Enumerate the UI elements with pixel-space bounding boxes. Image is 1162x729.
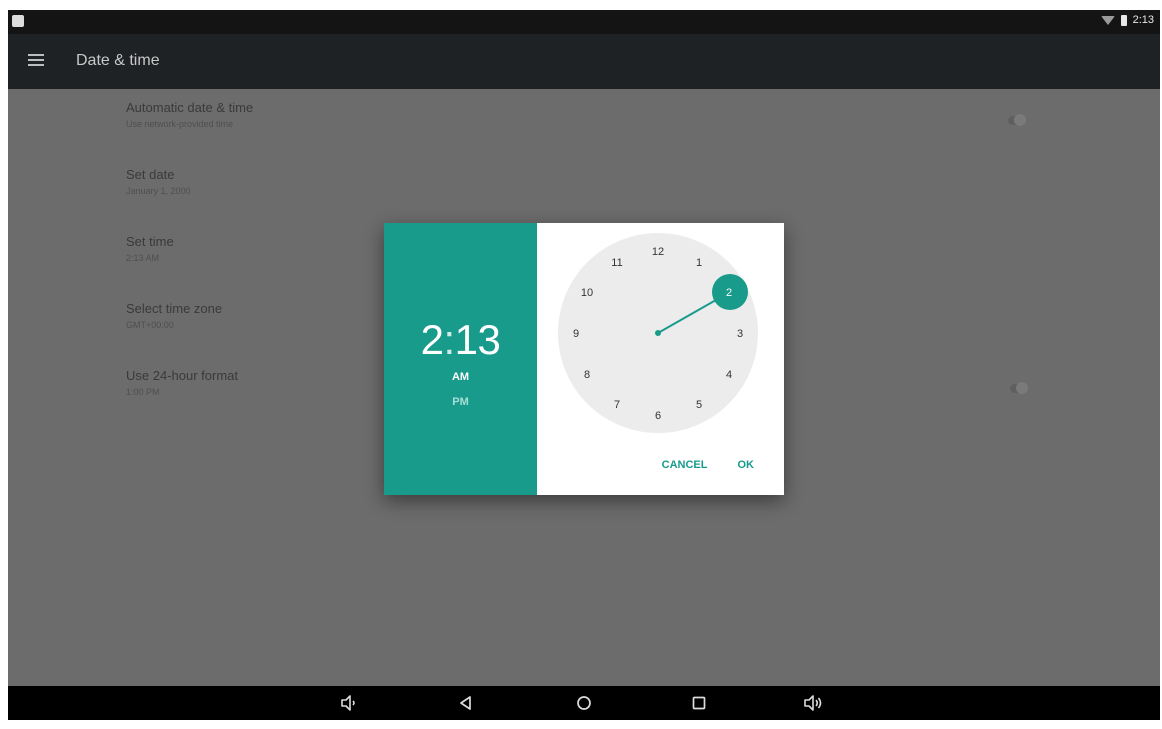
app-bar: Date & time [8,34,1160,89]
clock-number-4[interactable]: 4 [726,369,732,381]
wifi-icon [1100,15,1115,25]
notification-icon [12,15,24,27]
volume-up-icon[interactable] [802,692,824,714]
setting-summary: GMT+00:00 [126,320,174,330]
setting-title: Set time [126,234,174,249]
setting-title: Set date [126,167,175,182]
pm-button[interactable]: PM [384,396,537,408]
home-icon[interactable] [573,692,595,714]
setting-summary: Use network-provided time [126,119,234,129]
recents-icon[interactable] [688,692,710,714]
dialog-actions: CANCEL OK [662,459,754,471]
clock-number-3[interactable]: 3 [737,328,743,340]
setting-summary: 2:13 AM [126,253,160,263]
clock-number-11[interactable]: 11 [611,257,622,269]
24-hour-toggle[interactable] [1010,382,1028,394]
setting-title: Use 24-hour format [126,368,238,383]
setting-select-time-zone[interactable]: Select time zone GMT+00:00 [126,301,253,368]
cancel-button[interactable]: CANCEL [662,459,708,471]
setting-title: Automatic date & time [126,100,254,115]
clock-number-5[interactable]: 5 [696,399,702,411]
setting-title: Select time zone [126,301,223,316]
setting-summary: January 1, 2000 [126,186,191,196]
page-title: Date & time [76,52,160,69]
navigation-bar [8,686,1160,720]
clock-number-12[interactable]: 12 [652,246,664,258]
clock-number-8[interactable]: 8 [584,369,590,381]
time-picker-dialog: 2:13 AM PM 12 1 2 3 4 5 6 7 8 9 10 11 CANCEL OK [384,223,784,495]
time-separator: : [443,316,455,363]
clock-number-9[interactable]: 9 [573,328,579,340]
clock-number-10[interactable]: 10 [581,287,593,299]
clock-number-2[interactable]: 2 [726,287,732,299]
am-button[interactable]: AM [384,371,537,383]
status-time: 2:13 [1132,14,1154,26]
clock-number-6[interactable]: 6 [655,410,661,422]
setting-set-time[interactable]: Set time 2:13 AM [126,234,253,301]
setting-automatic-date-time[interactable]: Automatic date & time Use network-provid… [126,100,253,167]
battery-icon [1120,14,1127,26]
clock-face[interactable]: 121234567891011 [558,233,758,433]
ok-button[interactable]: OK [738,459,755,471]
hour-display[interactable]: 2 [421,316,444,363]
time-display: 2:13 [384,316,537,364]
status-icons: 2:13 [1100,14,1154,26]
settings-list: Automatic date & time Use network-provid… [126,100,253,435]
minute-display[interactable]: 13 [455,316,501,363]
volume-down-icon[interactable] [338,692,360,714]
clock-center [655,330,661,336]
setting-summary: 1:00 PM [126,387,160,397]
time-picker-header: 2:13 AM PM [384,223,537,495]
status-bar: 2:13 [8,10,1160,34]
clock-number-7[interactable]: 7 [614,399,620,411]
clock-number-1[interactable]: 1 [696,257,702,269]
screen: 2:13 Date & time Automatic date & time U… [8,10,1160,720]
menu-icon[interactable] [28,54,44,66]
automatic-time-toggle[interactable] [1008,114,1026,126]
setting-set-date[interactable]: Set date January 1, 2000 [126,167,253,234]
setting-use-24-hour-format[interactable]: Use 24-hour format 1:00 PM [126,368,253,435]
back-icon[interactable] [455,692,477,714]
